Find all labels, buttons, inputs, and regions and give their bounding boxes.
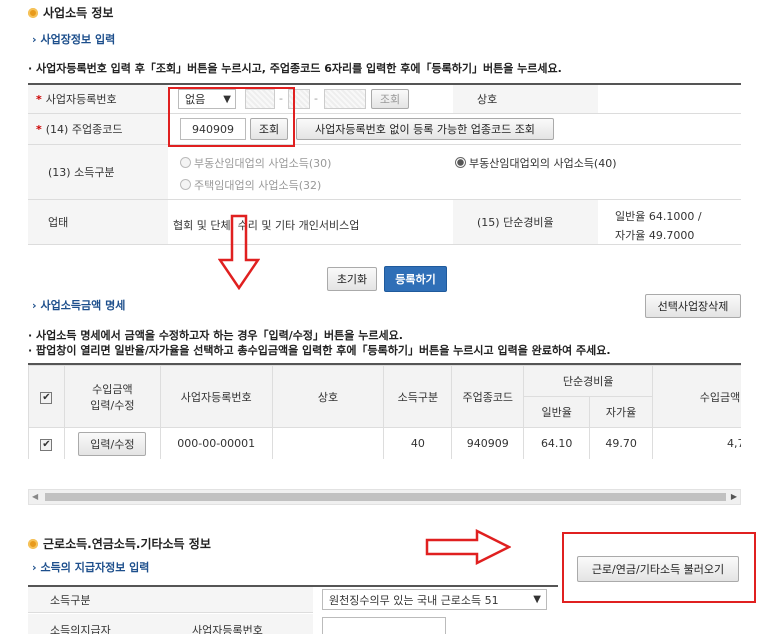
detail-instruction-1: · 사업소득 명세에서 금액을 수정하고자 하는 경우「입력/수정」버튼을 누르… [28, 329, 403, 342]
delete-selected-workplace-button[interactable]: 선택사업장삭제 [645, 294, 741, 318]
radio-housing-rental[interactable]: 주택임대업의 사업소득(32) [180, 177, 321, 193]
scroll-right-icon[interactable]: ▶ [731, 492, 737, 501]
annotation-down-arrow-icon [218, 214, 260, 290]
row-industry-code: 940909 [451, 427, 525, 459]
table-row: ✔ 입력/수정 000-00-00001 40 940909 64.10 49.… [28, 427, 741, 459]
industry-code-label-text: (14) 주업종코드 [45, 123, 123, 136]
payer-header-row: 소득의지급자 사업자등록번호 [28, 614, 313, 634]
required-icon: * [36, 122, 42, 136]
header-industry-code: 주업종코드 [451, 365, 525, 428]
annotation-highlight-box [562, 532, 756, 603]
labor-income-section-title: 근로소득.연금소득.기타소득 정보 [28, 535, 211, 552]
biz-type-label: 업태 [28, 200, 168, 244]
header-income-type: 소득구분 [383, 365, 453, 428]
row-trade-name [271, 427, 385, 459]
header-self-rate: 자가율 [589, 396, 654, 428]
income-type-row: (13) 소득구분 부동산임대업의 사업소득(30) 주택임대업의 사업소득(3… [28, 145, 741, 200]
header-income-amount: 수입금액 [652, 365, 741, 428]
self-rate-value: 자가율 49.7000 [615, 229, 695, 242]
reg-no-part3-input[interactable] [324, 89, 366, 109]
section-title-text: 근로소득.연금소득.기타소득 정보 [43, 537, 211, 551]
radio-icon [180, 179, 191, 190]
no-reg-industry-lookup-button[interactable]: 사업자등록번호 없이 등록 가능한 업종코드 조회 [296, 118, 554, 140]
income-type-label: (13) 소득구분 [28, 145, 168, 199]
biz-type-row: 업태 협회 및 단체, 수리 및 기타 개인서비스업 (15) 단순경비율 일반… [28, 200, 741, 245]
radio-label: 부동산임대업의 사업소득(30) [194, 157, 332, 170]
chevron-right-icon: › [32, 298, 37, 312]
header-select-all[interactable]: ✔ [28, 365, 65, 428]
general-rate-value: 일반율 64.1000 / [615, 210, 702, 223]
row-checkbox[interactable]: ✔ [28, 427, 65, 459]
labor-income-type-label: 소득구분 [28, 587, 313, 613]
header-trade-name: 상호 [271, 365, 385, 428]
radio-non-real-estate[interactable]: 부동산임대업외의 사업소득(40) [455, 155, 617, 171]
workplace-subtitle: › 사업장정보 입력 [32, 31, 115, 47]
subtitle-text: 소득의 지급자정보 입력 [40, 561, 150, 574]
income-detail-table-viewport: ✔ 수입금액 입력/수정 사업자등록번호 상호 소득구분 주업종코드 단순경비율… [28, 365, 741, 459]
business-income-section-title: 사업소득 정보 [28, 4, 113, 21]
required-icon: * [36, 92, 42, 106]
payer-info-subtitle: › 소득의 지급자정보 입력 [32, 559, 149, 575]
reset-button[interactable]: 초기화 [327, 267, 377, 291]
section-title-text: 사업소득 정보 [43, 6, 114, 20]
payer-label: 소득의지급자 [50, 624, 111, 634]
payer-reg-no-input[interactable] [322, 617, 446, 634]
chevron-right-icon: › [32, 32, 37, 46]
trade-name-label: 상호 [453, 85, 598, 113]
income-detail-subtitle: › 사업소득금액 명세 [32, 297, 125, 313]
detail-instruction-2: · 팝업창이 열리면 일반율/자가율을 선택하고 총수입금액을 입력한 후에「등… [28, 344, 611, 357]
labor-income-type-value: 원천징수의무 있는 국내 근로소득 51 [329, 593, 499, 607]
subtitle-text: 사업장정보 입력 [40, 33, 116, 46]
checkbox-checked-icon: ✔ [40, 438, 53, 451]
header-amount-edit: 수입금액 입력/수정 [63, 365, 161, 428]
bullet-icon [28, 7, 38, 18]
checkbox-checked-icon: ✔ [40, 391, 53, 404]
radio-label: 주택임대업의 사업소득(32) [194, 179, 322, 192]
instruction-text: · 사업자등록번호 입력 후「조회」버튼을 누르시고, 주업종코드 6자리를 입… [28, 62, 562, 75]
radio-selected-icon [455, 157, 466, 168]
row-edit-cell: 입력/수정 [63, 427, 161, 459]
header-simple-rate: 단순경비율 [523, 365, 654, 397]
reg-no-lookup-button[interactable]: 조회 [371, 89, 409, 109]
reg-no-row: * 사업자등록번호 없음 ▼ - - 조회 상호 [28, 85, 741, 114]
chevron-down-icon: ▼ [533, 594, 541, 605]
radio-icon [180, 157, 191, 168]
horizontal-scrollbar[interactable]: ◀ ▶ [28, 489, 741, 505]
chevron-right-icon: › [32, 560, 37, 574]
dash-separator: - [314, 92, 318, 105]
reg-no-label-text: 사업자등록번호 [45, 93, 117, 106]
radio-real-estate-rental[interactable]: 부동산임대업의 사업소득(30) [180, 155, 331, 171]
reg-no-label: * 사업자등록번호 [28, 85, 168, 113]
annotation-highlight-box [168, 87, 295, 147]
industry-code-label: * (14) 주업종코드 [28, 114, 168, 144]
biz-type-value: 협회 및 단체, 수리 및 기타 개인서비스업 [173, 219, 360, 232]
income-detail-table: ✔ 수입금액 입력/수정 사업자등록번호 상호 소득구분 주업종코드 단순경비율… [28, 365, 741, 459]
bullet-icon [28, 538, 38, 549]
industry-code-row: * (14) 주업종코드 940909 조회 사업자등록번호 없이 등록 가능한 … [28, 114, 741, 145]
row-income-type: 40 [383, 427, 453, 459]
row-reg-no: 000-00-00001 [159, 427, 273, 459]
simple-rate-label: (15) 단순경비율 [453, 200, 598, 244]
register-button[interactable]: 등록하기 [384, 266, 447, 292]
edit-amount-button[interactable]: 입력/수정 [78, 431, 147, 456]
payer-reg-no-label: 사업자등록번호 [192, 624, 263, 634]
row-income-amount: 4,790,191 [652, 427, 741, 459]
scrollbar-thumb[interactable] [45, 493, 726, 501]
header-reg-no: 사업자등록번호 [159, 365, 273, 428]
labor-income-type-select[interactable]: 원천징수의무 있는 국내 근로소득 51 ▼ [322, 589, 547, 610]
row-general-rate: 64.10 [523, 427, 591, 459]
annotation-right-arrow-icon [425, 529, 511, 565]
scroll-left-icon[interactable]: ◀ [32, 492, 38, 501]
row-self-rate: 49.70 [589, 427, 654, 459]
radio-label: 부동산임대업외의 사업소득(40) [469, 157, 617, 170]
header-general-rate: 일반율 [523, 396, 591, 428]
subtitle-text: 사업소득금액 명세 [40, 299, 126, 312]
